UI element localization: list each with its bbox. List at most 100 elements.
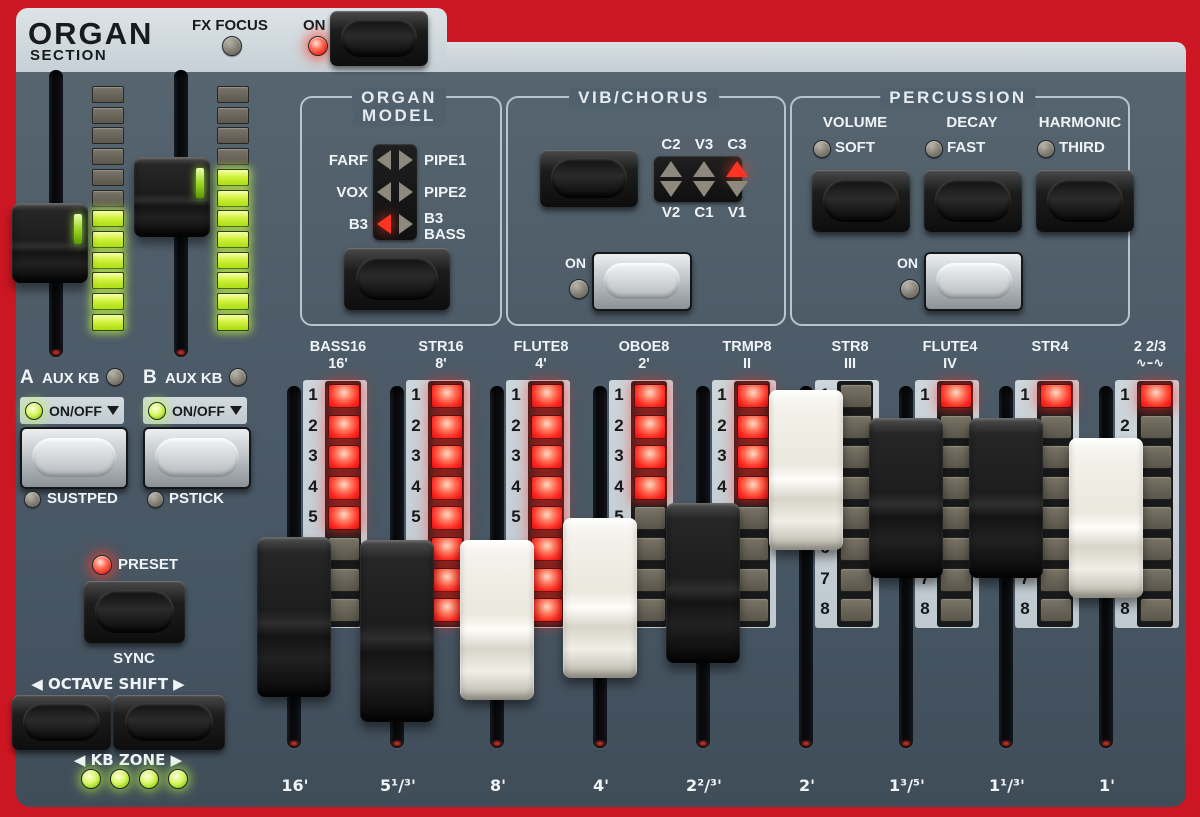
drawbar-top-sublabel: IV bbox=[900, 356, 1000, 372]
organ-on-button[interactable] bbox=[330, 11, 428, 66]
meter-segment-off bbox=[92, 86, 124, 103]
drawbar-bottom-label: 8' bbox=[458, 776, 538, 795]
organ-on-button-pill bbox=[341, 19, 417, 58]
perc-decay-button[interactable] bbox=[924, 170, 1022, 232]
meter-segment-off bbox=[217, 127, 249, 144]
meter-segment-lit bbox=[217, 190, 249, 207]
octave-shift-up-button[interactable] bbox=[113, 695, 225, 750]
drawbar-fader-cap[interactable] bbox=[666, 503, 740, 663]
kb-zone-led-icon bbox=[110, 769, 130, 789]
vib-led-lit-icon bbox=[726, 161, 748, 177]
page-subtitle: SECTION bbox=[30, 47, 107, 64]
drawbar-fader-cap[interactable] bbox=[1069, 438, 1143, 598]
drawbar-led-lit bbox=[1140, 384, 1172, 408]
drawbar-fader-cap[interactable] bbox=[360, 540, 434, 722]
drawbar-fader-cap[interactable] bbox=[969, 418, 1043, 578]
drawbar-led-lit bbox=[531, 445, 563, 469]
meter-segment-lit bbox=[92, 314, 124, 331]
drawbar-led-off bbox=[1140, 415, 1172, 439]
aux-b-onoff-led-icon bbox=[148, 402, 166, 420]
meter-segment-lit bbox=[217, 252, 249, 269]
button-pill bbox=[823, 179, 899, 222]
drawbar-fader-cap[interactable] bbox=[769, 390, 843, 550]
drawbar-fader-cap[interactable] bbox=[460, 540, 534, 700]
drawbar-fader-cap[interactable] bbox=[563, 518, 637, 678]
aux-b-onoff-strip: ON/OFF bbox=[143, 397, 247, 424]
preset-sync-button-pill bbox=[95, 590, 174, 633]
organ-model-led-icon bbox=[399, 214, 413, 234]
button-pill bbox=[1047, 179, 1123, 222]
aux-a-button[interactable] bbox=[20, 427, 128, 489]
perc-col-led-icon bbox=[813, 140, 831, 158]
drawbar-bottom-label: 1' bbox=[1067, 776, 1147, 795]
drawbar-bottom-label: 1³/⁵' bbox=[867, 776, 947, 795]
organ-model-select-button[interactable] bbox=[344, 248, 450, 310]
drawbar-top-label: FLUTE4 bbox=[900, 339, 1000, 355]
drawbar-led-off bbox=[634, 568, 666, 592]
drawbar-top-label: FLUTE8 bbox=[491, 339, 591, 355]
aux-b-button[interactable] bbox=[143, 427, 251, 489]
drawbar-led-lit bbox=[531, 598, 563, 622]
perc-volume-button[interactable] bbox=[812, 170, 910, 232]
drawbar-led-lit bbox=[737, 445, 769, 469]
drawbar-led-lit bbox=[431, 537, 463, 561]
drawbar-led-lit bbox=[940, 384, 972, 408]
drawbar-led-lit bbox=[634, 415, 666, 439]
drawbar-scale-number: 4 bbox=[406, 476, 426, 498]
pstick-label: PSTICK bbox=[169, 490, 224, 507]
drawbar-top-label: 2 2/3 bbox=[1100, 339, 1200, 355]
drawbar-led-off bbox=[840, 476, 872, 500]
fader-indicator-icon bbox=[196, 168, 204, 198]
drawbar-led-lit bbox=[431, 568, 463, 592]
drawbar-led-off bbox=[840, 384, 872, 408]
vib-top-label: C2 bbox=[655, 136, 687, 153]
perc-harmonic-button[interactable] bbox=[1036, 170, 1134, 232]
organ-model-led-icon bbox=[377, 150, 391, 170]
level-a-fader-cap[interactable] bbox=[12, 203, 88, 283]
meter-segment-lit bbox=[217, 169, 249, 186]
vib-on-button[interactable] bbox=[592, 252, 692, 311]
vib-top-label: V3 bbox=[688, 136, 720, 153]
level-b-fader-cap[interactable] bbox=[134, 157, 210, 237]
vib-on-label: ON bbox=[565, 255, 586, 271]
meter-segment-off bbox=[217, 107, 249, 124]
drawbar-bottom-label: 4' bbox=[561, 776, 641, 795]
drawbar-scale-number: 3 bbox=[406, 445, 426, 467]
octave-shift-down-button[interactable] bbox=[12, 695, 111, 750]
preset-label: PRESET bbox=[118, 556, 178, 573]
perc-on-button[interactable] bbox=[924, 252, 1023, 311]
meter-segment-lit bbox=[217, 272, 249, 289]
organ-model-right-label: B3 bbox=[424, 210, 443, 227]
drawbar-top-label: BASS16 bbox=[288, 339, 388, 355]
drawbar-led-off bbox=[940, 568, 972, 592]
drawbar-scale-number: 5 bbox=[303, 506, 323, 528]
vib-bottom-label: V2 bbox=[655, 204, 687, 221]
drawbar-bottom-label: 2' bbox=[767, 776, 847, 795]
drawbar-led-off bbox=[940, 415, 972, 439]
drawbar-led-lit bbox=[531, 384, 563, 408]
organ-model-led-lit-icon bbox=[377, 214, 391, 234]
drawbar-scale-number: 8 bbox=[815, 598, 835, 620]
drawbar-led-off bbox=[737, 537, 769, 561]
octave-up-pill bbox=[125, 703, 212, 742]
drawbar-fader-cap[interactable] bbox=[869, 418, 943, 578]
drawbar-fader-cap[interactable] bbox=[257, 537, 331, 697]
perc-col-title: VOLUME bbox=[800, 114, 910, 131]
meter-segment-off bbox=[92, 169, 124, 186]
drawbar-led-off bbox=[1040, 445, 1072, 469]
drawbar-scale-number: 1 bbox=[506, 384, 526, 406]
drawbar-scale-number: 2 bbox=[609, 415, 629, 437]
drawbar-scale-number: 8 bbox=[1115, 598, 1135, 620]
drawbar-bottom-label: 5¹/³' bbox=[358, 776, 438, 795]
drawbar-led-off bbox=[940, 445, 972, 469]
drawbar-led-lit bbox=[634, 445, 666, 469]
preset-sync-button[interactable] bbox=[84, 581, 185, 643]
kb-zone-led-icon bbox=[139, 769, 159, 789]
meter-segment-off bbox=[217, 86, 249, 103]
vib-on-button-pill bbox=[604, 263, 681, 299]
drawbar-led-lit bbox=[531, 415, 563, 439]
kb-zone-led-icon bbox=[168, 769, 188, 789]
drawbar-scale-number: 7 bbox=[815, 568, 835, 590]
organ-model-title-2: MODEL bbox=[353, 106, 445, 126]
vib-chorus-select-button[interactable] bbox=[540, 150, 638, 207]
